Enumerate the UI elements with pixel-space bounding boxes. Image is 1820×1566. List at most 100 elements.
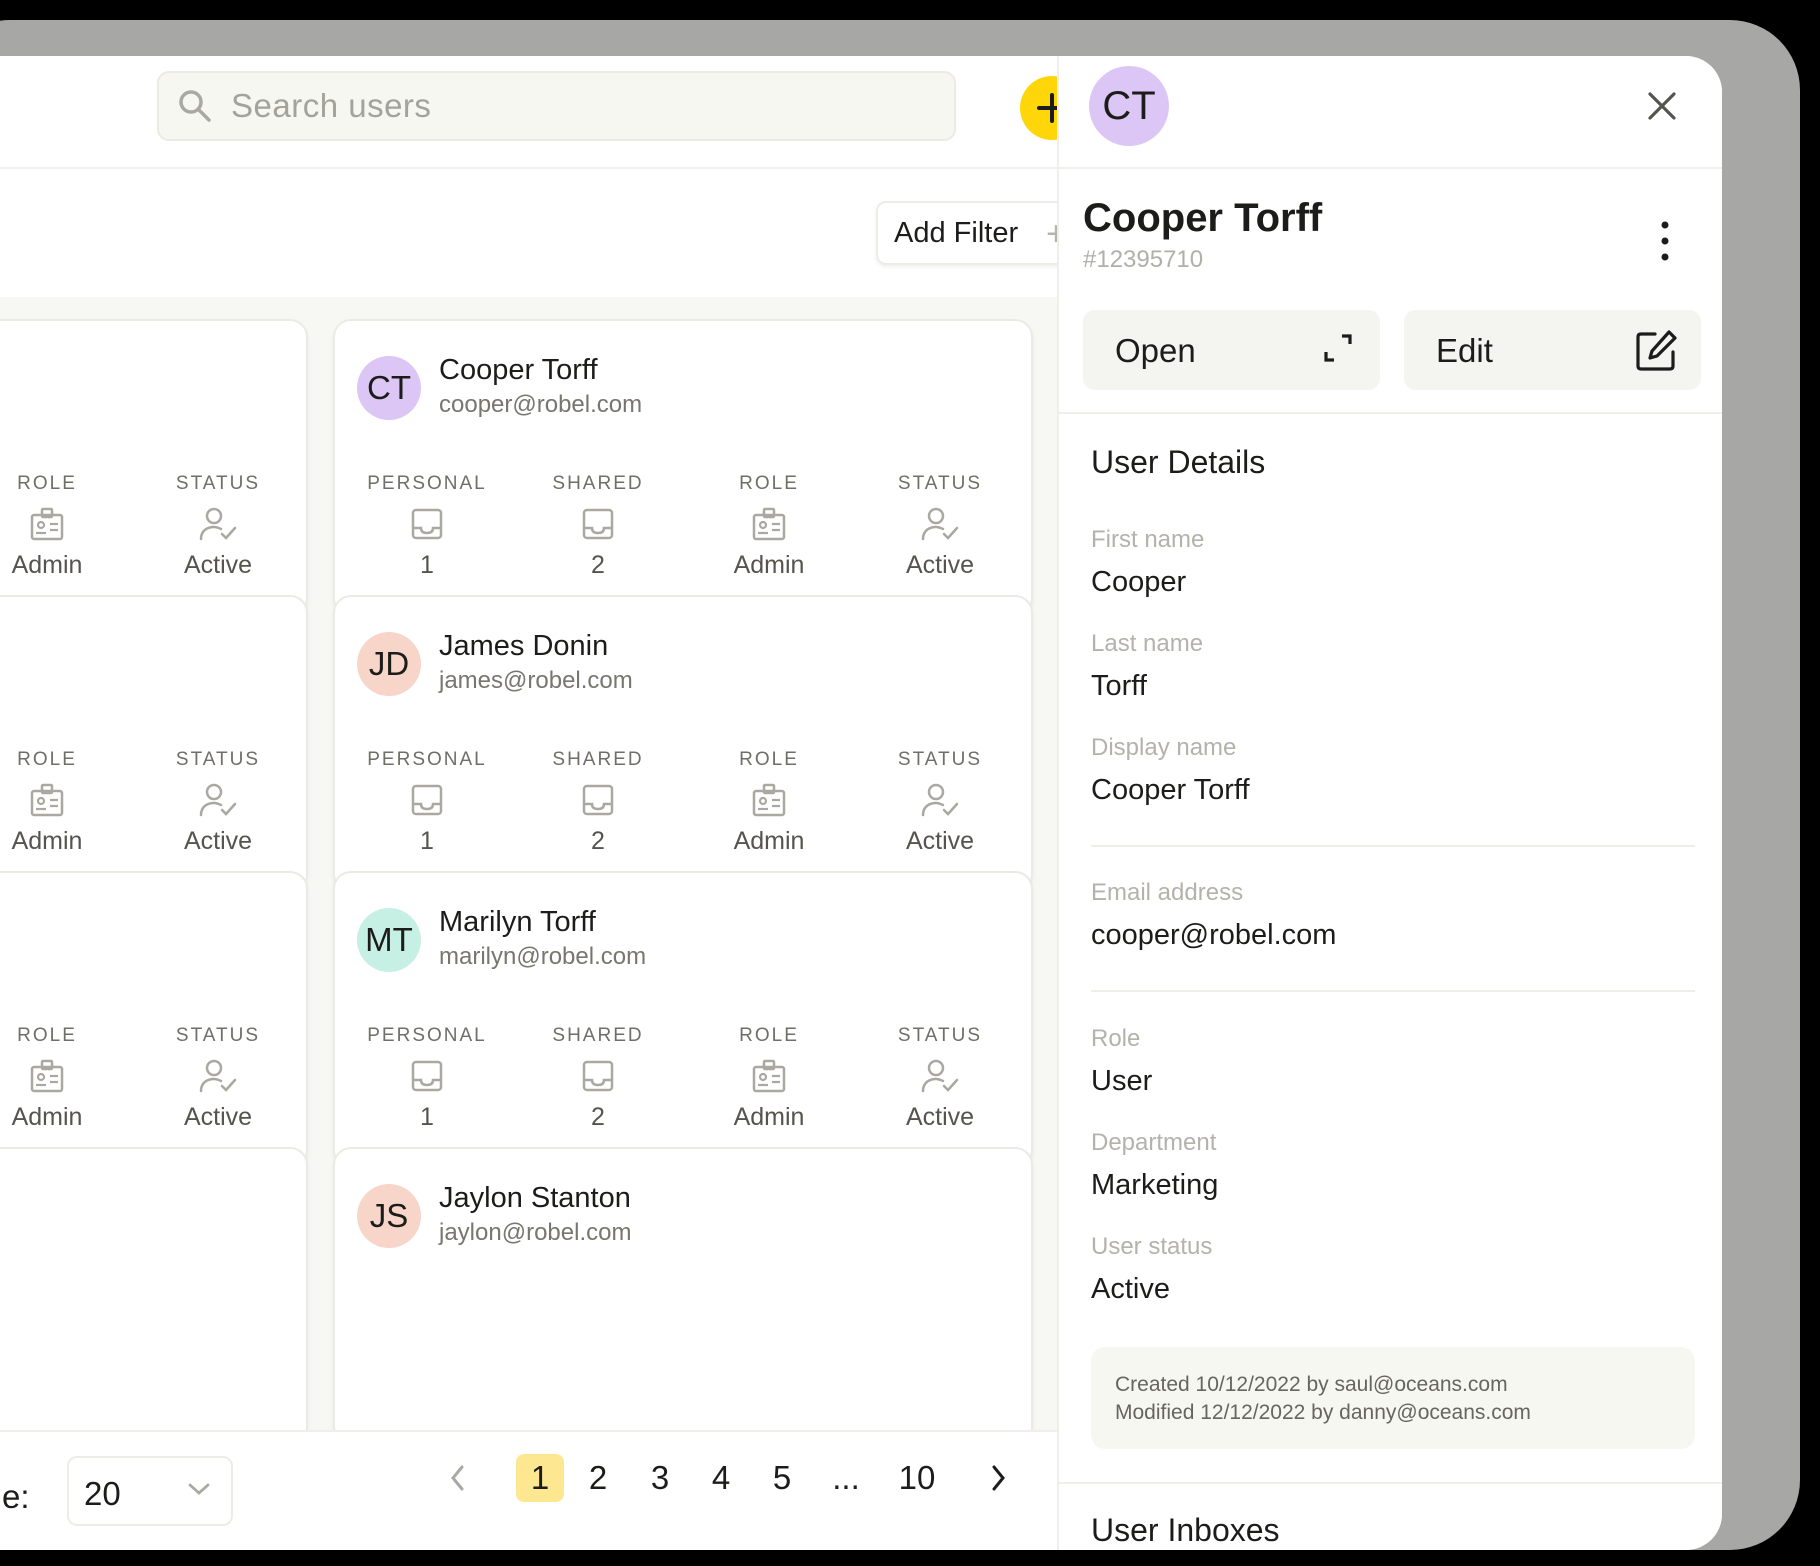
- device-frame: Add Filter + ROLE Admin STATUS Active: [0, 20, 1800, 1550]
- stat-value: Admin: [733, 551, 805, 579]
- stat-role: ROLE Admin: [704, 749, 834, 856]
- page-button-2[interactable]: 2: [574, 1454, 622, 1502]
- detail-user-name: Cooper Torff: [1083, 196, 1323, 240]
- inbox-icon: [533, 777, 663, 823]
- stat-label: ROLE: [739, 1025, 799, 1046]
- user-check-icon: [875, 501, 1005, 547]
- user-card[interactable]: JS Jaylon Stanton jaylon@robel.com: [333, 1147, 1033, 1430]
- divider: [1059, 412, 1722, 414]
- inbox-icon: [362, 501, 492, 547]
- role-label: Role: [1091, 1025, 1141, 1052]
- stat-role: ROLE Admin: [0, 749, 112, 856]
- stat-label: ROLE: [739, 749, 799, 770]
- edit-button[interactable]: Edit: [1404, 310, 1701, 390]
- stat-label: ROLE: [17, 1025, 77, 1046]
- user-name: Jaylon Stanton: [439, 1182, 631, 1214]
- stat-role: ROLE Admin: [0, 473, 112, 580]
- stat-value: 2: [591, 1103, 605, 1131]
- stat-status: STATUS Active: [153, 473, 283, 580]
- page-button-1[interactable]: 1: [516, 1454, 564, 1502]
- user-check-icon: [875, 777, 1005, 823]
- stat-value: Active: [183, 827, 253, 855]
- user-name: Cooper Torff: [439, 354, 598, 386]
- pagination-bar: page: 20 1 2 3 4 5 ... 10: [0, 1430, 1057, 1550]
- stat-status: STATUS Active: [153, 749, 283, 856]
- stat-status: STATUS Active: [153, 1025, 283, 1132]
- edit-icon: [1636, 330, 1677, 371]
- stat-value: Active: [905, 551, 975, 579]
- stat-personal: PERSONAL 1: [362, 749, 492, 856]
- user-email: jaylon@robel.com: [439, 1219, 632, 1246]
- more-options-button[interactable]: [1655, 216, 1675, 266]
- page-button-10[interactable]: 10: [893, 1454, 941, 1502]
- stat-value: 1: [420, 551, 434, 579]
- user-status-value: Active: [1091, 1273, 1170, 1305]
- user-card[interactable]: n ROLE Admin STATUS Active: [0, 871, 308, 1168]
- stat-status: STATUS Active: [875, 1025, 1005, 1132]
- stat-value: Admin: [11, 1103, 83, 1131]
- stat-value: Admin: [11, 551, 83, 579]
- id-badge-icon: [0, 501, 112, 547]
- stat-status: STATUS Active: [875, 473, 1005, 580]
- user-card[interactable]: ROLE Admin STATUS Active: [0, 319, 308, 616]
- display-name-value: Cooper Torff: [1091, 774, 1250, 806]
- id-badge-icon: [0, 777, 112, 823]
- page-button-3[interactable]: 3: [636, 1454, 684, 1502]
- section-title-user-inboxes: User Inboxes: [1091, 1512, 1280, 1548]
- stat-label: PERSONAL: [367, 749, 487, 770]
- add-filter-button[interactable]: Add Filter +: [876, 201, 1086, 265]
- section-title-user-details: User Details: [1091, 444, 1266, 480]
- stat-label: SHARED: [552, 749, 644, 770]
- stat-label: STATUS: [175, 473, 261, 494]
- divider: [1059, 1482, 1722, 1484]
- avatar: CT: [357, 356, 421, 420]
- search-box[interactable]: [157, 71, 956, 141]
- stat-shared: SHARED 2: [533, 749, 663, 856]
- close-button[interactable]: [1644, 88, 1680, 124]
- stat-value: Active: [183, 551, 253, 579]
- inbox-icon: [533, 1053, 663, 1099]
- modified-info: Modified 12/12/2022 by danny@oceans.com: [1115, 1401, 1531, 1424]
- stat-shared: SHARED 2: [533, 473, 663, 580]
- stat-role: ROLE Admin: [704, 473, 834, 580]
- avatar: MT: [357, 908, 421, 972]
- display-name-label: Display name: [1091, 734, 1237, 761]
- stat-value: Active: [905, 827, 975, 855]
- detail-user-id: #12395710: [1083, 246, 1204, 273]
- role-value: User: [1091, 1065, 1153, 1097]
- id-badge-icon: [704, 777, 834, 823]
- stat-label: STATUS: [175, 749, 261, 770]
- page-button-5[interactable]: 5: [758, 1454, 806, 1502]
- stat-shared: SHARED 2: [533, 1025, 663, 1132]
- user-card[interactable]: JD James Donin james@robel.com PERSONAL …: [333, 595, 1033, 892]
- stat-label: STATUS: [897, 473, 983, 494]
- user-email: marilyn@robel.com: [439, 943, 647, 970]
- stat-label: SHARED: [552, 1025, 644, 1046]
- stat-personal: PERSONAL 1: [362, 473, 492, 580]
- stat-label: STATUS: [175, 1025, 261, 1046]
- first-name-label: First name: [1091, 526, 1205, 553]
- page-button-4[interactable]: 4: [697, 1454, 745, 1502]
- stat-label: PERSONAL: [367, 473, 487, 494]
- user-card[interactable]: [0, 1147, 308, 1430]
- prev-page-button[interactable]: [434, 1454, 482, 1502]
- page-ellipsis: ...: [832, 1459, 860, 1496]
- per-page-label: page:: [0, 1478, 30, 1515]
- user-card[interactable]: MT Marilyn Torff marilyn@robel.com PERSO…: [333, 871, 1033, 1168]
- next-page-button[interactable]: [974, 1454, 1022, 1502]
- inbox-icon: [362, 1053, 492, 1099]
- divider: [1091, 990, 1695, 992]
- search-input[interactable]: [231, 87, 931, 125]
- user-card[interactable]: d ROLE Admin STATUS Active: [0, 595, 308, 892]
- user-card[interactable]: CT Cooper Torff cooper@robel.com PERSONA…: [333, 319, 1033, 616]
- user-list-pane: Add Filter + ROLE Admin STATUS Active: [0, 56, 1086, 1550]
- edit-label: Edit: [1436, 332, 1493, 369]
- per-page-value: 20: [84, 1475, 121, 1512]
- id-badge-icon: [704, 1053, 834, 1099]
- open-button[interactable]: Open: [1083, 310, 1380, 390]
- per-page-select[interactable]: 20: [67, 1456, 233, 1526]
- first-name-value: Cooper: [1091, 566, 1187, 598]
- department-value: Marketing: [1091, 1169, 1219, 1201]
- stat-label: STATUS: [897, 1025, 983, 1046]
- user-email: cooper@robel.com: [439, 391, 643, 418]
